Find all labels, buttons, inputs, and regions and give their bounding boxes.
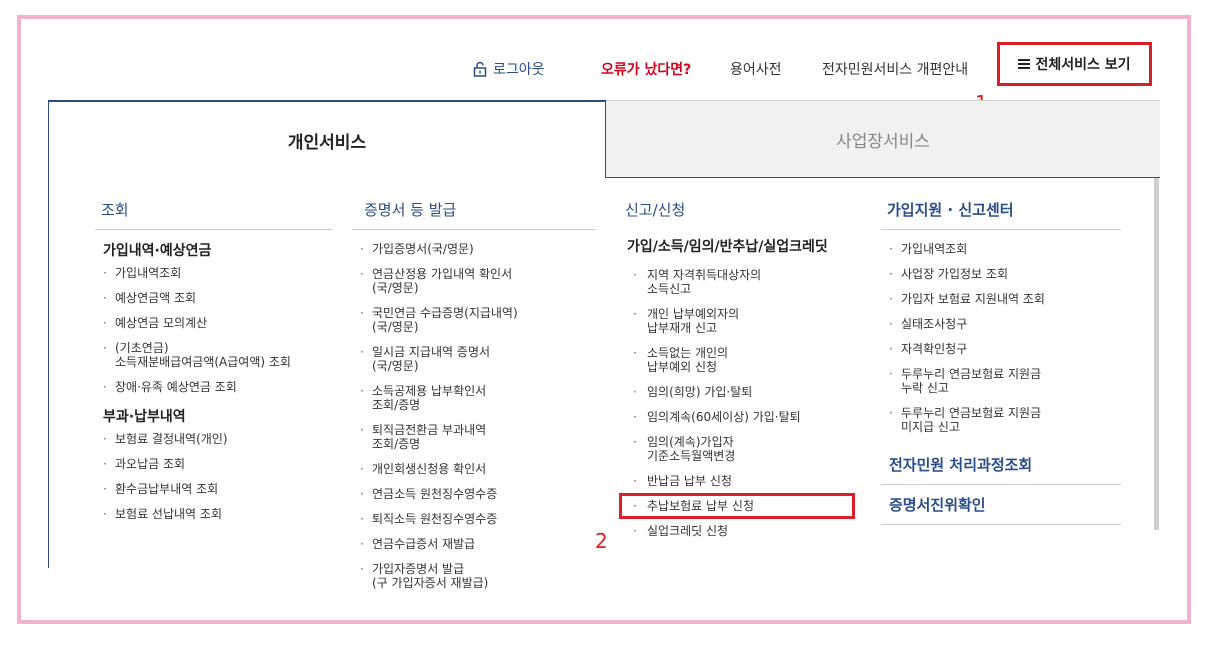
inquiry-title: 조회	[95, 200, 333, 230]
menu-icon	[1018, 57, 1031, 71]
menu-item[interactable]: 가입내역조회	[881, 242, 1121, 256]
certificate-column: 증명서 등 발급 가입증명서(국/영문) 연금산정용 가입내역 확인서(국/영문)…	[352, 200, 540, 601]
menu-item[interactable]: 가입증명서(국/영문)	[352, 242, 540, 256]
menu-item[interactable]: 연금소득 원천징수영수증	[352, 487, 540, 501]
report-column: 신고/신청 가입/소득/임의/반추납/실업크레딧 지역 자격취득대상자의소득신고…	[619, 200, 855, 549]
support-list: 가입내역조회사업장 가입정보 조회가입자 보험료 지원내역 조회실태조사청구자격…	[881, 242, 1121, 434]
menu-item[interactable]: 반납금 납부 신청	[625, 474, 849, 488]
tab-business-services[interactable]: 사업장서비스	[606, 100, 1160, 178]
group-title: 부과·납부내역	[103, 409, 186, 425]
lock-icon	[473, 61, 487, 77]
screenshot-frame: 로그아웃 오류가 났다면? 용어사전 전자민원서비스 개편안내 전체서비스 보기…	[17, 15, 1191, 624]
menu-item[interactable]: 예상연금 모의계산	[95, 316, 333, 330]
divider	[540, 229, 596, 230]
support-title: 가입지원 · 신고센터	[881, 200, 1121, 230]
annotation-2: 2	[595, 529, 608, 553]
tab-personal-services[interactable]: 개인서비스	[48, 100, 606, 178]
certificate-title: 증명서 등 발급	[352, 200, 540, 230]
menu-item-additional-payment[interactable]: 추납보험료 납부 신청	[619, 493, 855, 519]
logout-label: 로그아웃	[493, 62, 545, 78]
menu-item[interactable]: 보험료 선납내역 조회	[95, 507, 333, 521]
menu-item[interactable]: 지역 자격취득대상자의소득신고	[625, 268, 849, 296]
menu-item[interactable]: 국민연금 수급증명(지급내역)(국/영문)	[352, 306, 540, 334]
menu-item[interactable]: 예상연금액 조회	[95, 291, 333, 305]
group-title: 가입내역·예상연금	[103, 243, 212, 259]
support-column: 가입지원 · 신고센터 가입내역조회사업장 가입정보 조회가입자 보험료 지원내…	[881, 200, 1121, 525]
menu-item[interactable]: 두루누리 연금보험료 지원금누락 신고	[881, 367, 1121, 395]
menu-item[interactable]: 실태조사청구	[881, 317, 1121, 331]
menu-item[interactable]: 자격확인청구	[881, 342, 1121, 356]
menu-item[interactable]: 퇴직소득 원천징수영수증	[352, 512, 540, 526]
certificate-verify-link[interactable]: 증명서진위확인	[881, 485, 1121, 525]
all-services-label: 전체서비스 보기	[1035, 57, 1131, 73]
scrollbar[interactable]	[1154, 178, 1159, 530]
report-title: 신고/신청	[625, 201, 686, 219]
top-navigation: 로그아웃 오류가 났다면? 용어사전 전자민원서비스 개편안내 전체서비스 보기	[21, 19, 1187, 104]
process-inquiry-link[interactable]: 전자민원 처리과정조회	[881, 445, 1121, 485]
menu-item[interactable]: 연금산정용 가입내역 확인서(국/영문)	[352, 267, 540, 295]
report-list: 지역 자격취득대상자의소득신고개인 납부예외자의납부재개 신고소득없는 개인의납…	[619, 268, 855, 538]
inquiry-list-2: 보험료 결정내역(개인) 과오납금 조회환수금납부내역 조회보험료 선납내역 조회	[95, 432, 333, 521]
menu-item[interactable]: 환수금납부내역 조회	[95, 482, 333, 496]
menu-item[interactable]: 퇴직금전환금 부과내역조회/증명	[352, 423, 540, 451]
menu-item[interactable]: 임의(희망) 가입·탈퇴	[625, 385, 849, 399]
service-tabs: 개인서비스 사업장서비스	[48, 100, 1160, 178]
menu-item[interactable]: 소득없는 개인의납부예외 신청	[625, 346, 849, 374]
menu-item[interactable]: 장애·유족 예상연금 조회	[95, 380, 333, 394]
group-title: 가입/소득/임의/반추납/실업크레딧	[627, 239, 828, 255]
service-notice-link[interactable]: 전자민원서비스 개편안내	[822, 59, 968, 79]
menu-item[interactable]: 소득공제용 납부확인서조회/증명	[352, 384, 540, 412]
panel-border	[48, 178, 49, 568]
logout-link[interactable]: 로그아웃	[473, 59, 545, 79]
menu-item[interactable]: 실업크레딧 신청	[625, 524, 849, 538]
menu-item[interactable]: 보험료 결정내역(개인)	[95, 432, 333, 446]
error-help-link[interactable]: 오류가 났다면?	[601, 59, 691, 79]
menu-item[interactable]: 개인회생신청용 확인서	[352, 462, 540, 476]
menu-item[interactable]: 과오납금 조회	[95, 457, 333, 471]
inquiry-column: 조회 가입내역·예상연금 가입내역조회예상연금액 조회예상연금 모의계산 (기초연…	[95, 200, 333, 532]
menu-item[interactable]: (기초연금)소득재분배급여금액(A급여액) 조회	[95, 341, 333, 369]
all-services-button[interactable]: 전체서비스 보기	[997, 42, 1152, 86]
menu-item[interactable]: 두루누리 연금보험료 지원금미지급 신고	[881, 406, 1121, 434]
menu-item[interactable]: 연금수급증서 재발급	[352, 537, 540, 551]
certificate-list: 가입증명서(국/영문) 연금산정용 가입내역 확인서(국/영문) 국민연금 수급증명…	[352, 242, 540, 590]
menu-item[interactable]: 가입자증명서 발급(구 가입자증서 재발급)	[352, 562, 540, 590]
menu-item[interactable]: 개인 납부예외자의납부재개 신고	[625, 307, 849, 335]
menu-item[interactable]: 임의계속(60세이상) 가입·탈퇴	[625, 410, 849, 424]
menu-item[interactable]: 가입자 보험료 지원내역 조회	[881, 292, 1121, 306]
menu-item[interactable]: 일시금 지급내역 증명서(국/영문)	[352, 345, 540, 373]
menu-item[interactable]: 임의(계속)가입자기준소득월액변경	[625, 435, 849, 463]
inquiry-list-1: 가입내역조회예상연금액 조회예상연금 모의계산 (기초연금)소득재분배급여금액(A…	[95, 266, 333, 394]
menu-item[interactable]: 가입내역조회	[95, 266, 333, 280]
dictionary-link[interactable]: 용어사전	[730, 59, 782, 79]
menu-item[interactable]: 사업장 가입정보 조회	[881, 267, 1121, 281]
